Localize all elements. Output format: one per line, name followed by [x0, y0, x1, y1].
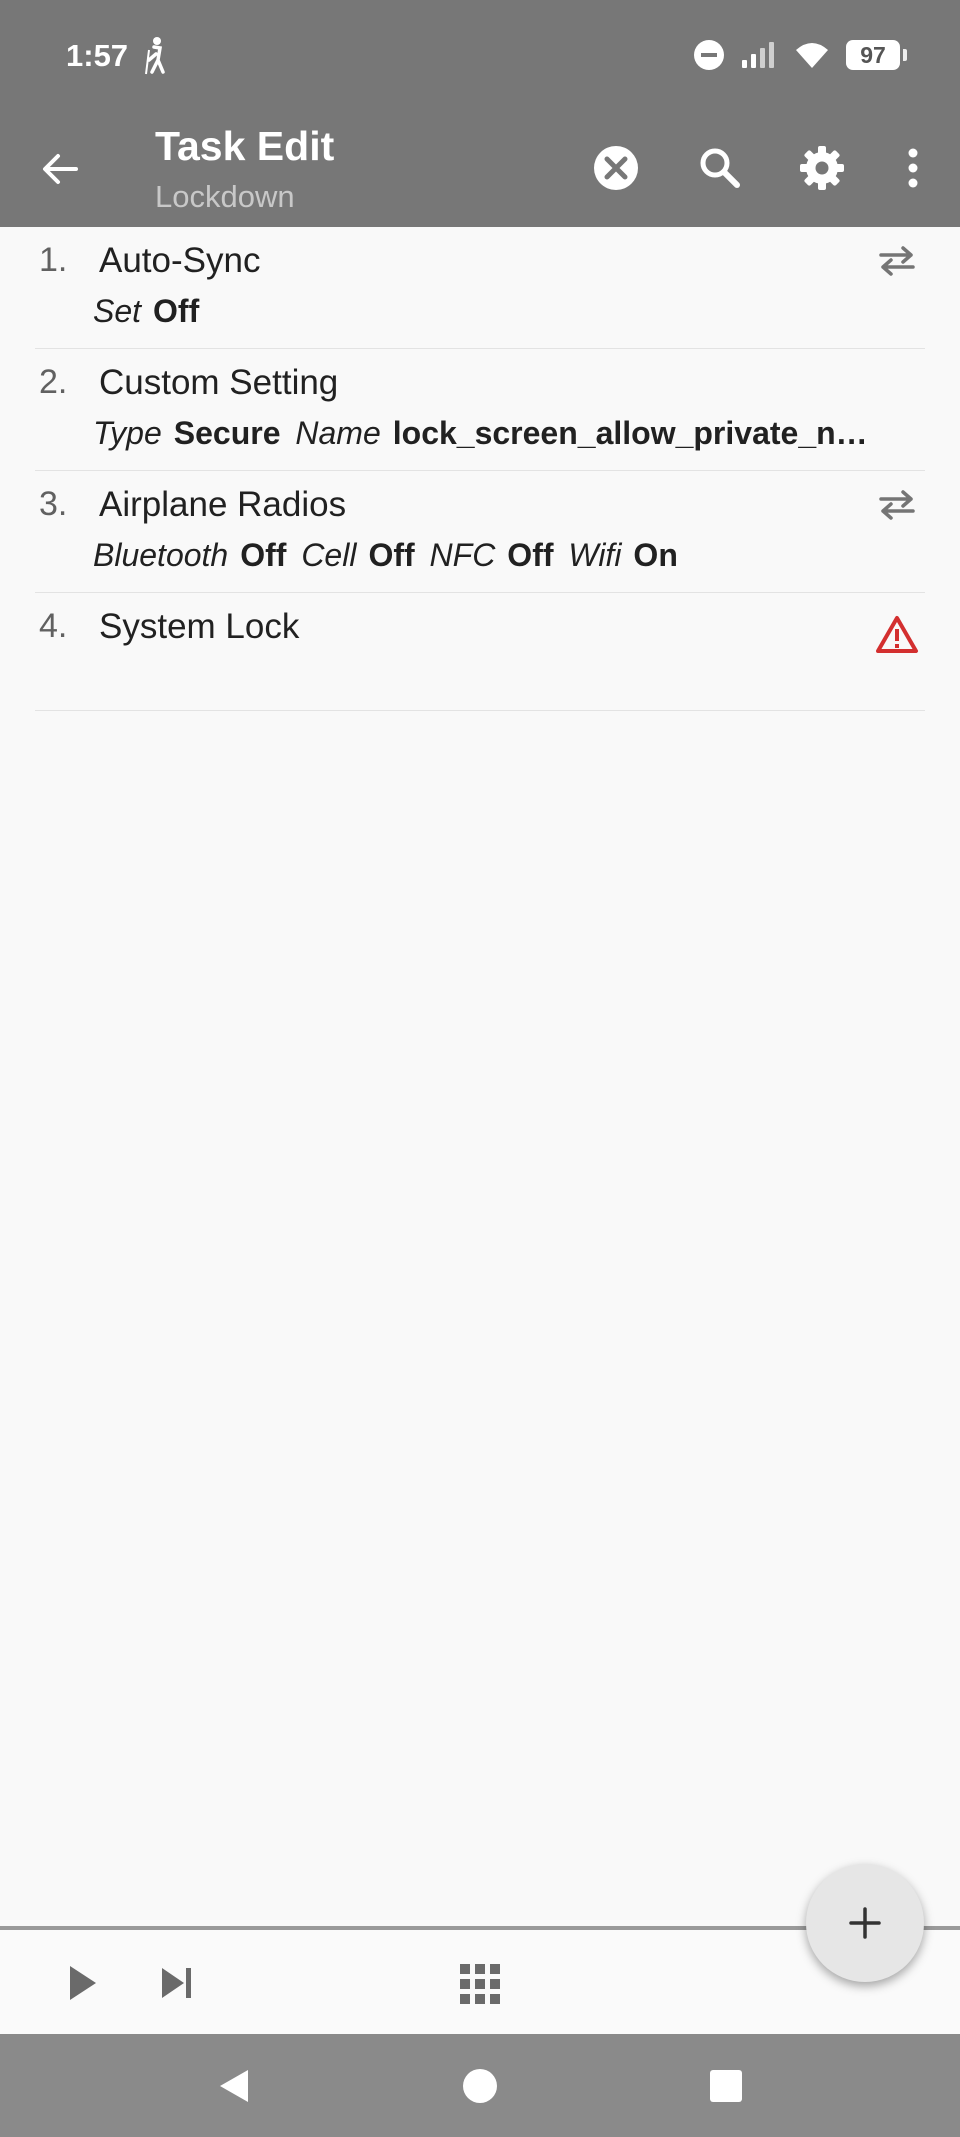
status-bar: 1:57 97 — [0, 0, 960, 111]
arg-label: Wifi — [568, 537, 622, 573]
action-title: Airplane Radios — [99, 485, 347, 524]
status-icons: 97 — [694, 38, 907, 72]
action-row-system-lock[interactable]: 4. System Lock — [35, 593, 925, 711]
battery-icon: 97 — [846, 40, 907, 70]
action-list: 1. Auto-Sync Set Off 2. Custom Setting Ty… — [0, 227, 960, 711]
arg-label: Bluetooth — [93, 537, 229, 573]
grid-icon[interactable] — [458, 1962, 502, 2006]
arg-label: NFC — [429, 537, 496, 573]
hiker-icon — [145, 37, 165, 75]
swap-arrows-icon — [879, 490, 915, 520]
arg-label: Name — [295, 415, 381, 451]
action-row-custom-setting[interactable]: 2. Custom Setting Type Secure Name lock_sc… — [35, 349, 925, 471]
search-icon[interactable] — [695, 143, 745, 193]
arg-value: lock_screen_allow_private_n… — [392, 415, 868, 451]
system-nav-bar — [0, 2034, 960, 2137]
arg-value: Off — [368, 537, 415, 573]
nav-back-icon[interactable] — [212, 2064, 256, 2108]
plus-icon — [849, 1907, 881, 1939]
swap-arrows-icon — [879, 246, 915, 276]
arg-label: Type — [93, 415, 162, 451]
action-args: Type Secure Name lock_screen_allow_private… — [93, 415, 874, 452]
wifi-icon — [796, 43, 828, 68]
arg-label: Cell — [301, 537, 357, 573]
nav-home-icon[interactable] — [458, 2064, 502, 2108]
gear-icon[interactable] — [797, 143, 847, 193]
arg-label: Set — [93, 293, 142, 329]
action-row-airplane-radios[interactable]: 3. Airplane Radios Bluetooth Off Cell Off … — [35, 471, 925, 593]
action-number: 2. — [39, 363, 68, 401]
arg-value: Off — [153, 293, 200, 329]
action-title: System Lock — [99, 607, 300, 646]
arg-value: Secure — [173, 415, 281, 451]
task-name: Lockdown — [155, 179, 295, 214]
action-title: Custom Setting — [99, 363, 339, 402]
arg-value: Off — [507, 537, 554, 573]
back-arrow-icon[interactable] — [38, 147, 82, 191]
action-number: 1. — [39, 241, 68, 279]
action-args: Set Off — [93, 293, 205, 330]
close-circle-icon[interactable] — [591, 143, 641, 193]
arg-value: On — [633, 537, 678, 573]
action-number: 3. — [39, 485, 68, 523]
action-args: Bluetooth Off Cell Off NFC Off Wifi On — [93, 537, 684, 574]
arg-value: Off — [240, 537, 287, 573]
play-icon[interactable] — [62, 1960, 102, 2006]
signal-icon — [742, 42, 774, 68]
warning-triangle-icon[interactable] — [875, 613, 919, 657]
app-bar: Task Edit Lockdown — [0, 111, 960, 227]
step-forward-icon[interactable] — [156, 1960, 198, 2006]
page-title: Task Edit — [155, 123, 335, 169]
nav-recents-icon[interactable] — [704, 2064, 748, 2108]
action-number: 4. — [39, 607, 68, 645]
status-time: 1:57 — [66, 38, 129, 73]
action-title: Auto-Sync — [99, 241, 261, 280]
do-not-disturb-icon — [694, 40, 724, 70]
action-row-auto-sync[interactable]: 1. Auto-Sync Set Off — [35, 227, 925, 349]
add-action-button[interactable] — [806, 1864, 924, 1982]
more-vert-icon[interactable] — [888, 143, 938, 193]
